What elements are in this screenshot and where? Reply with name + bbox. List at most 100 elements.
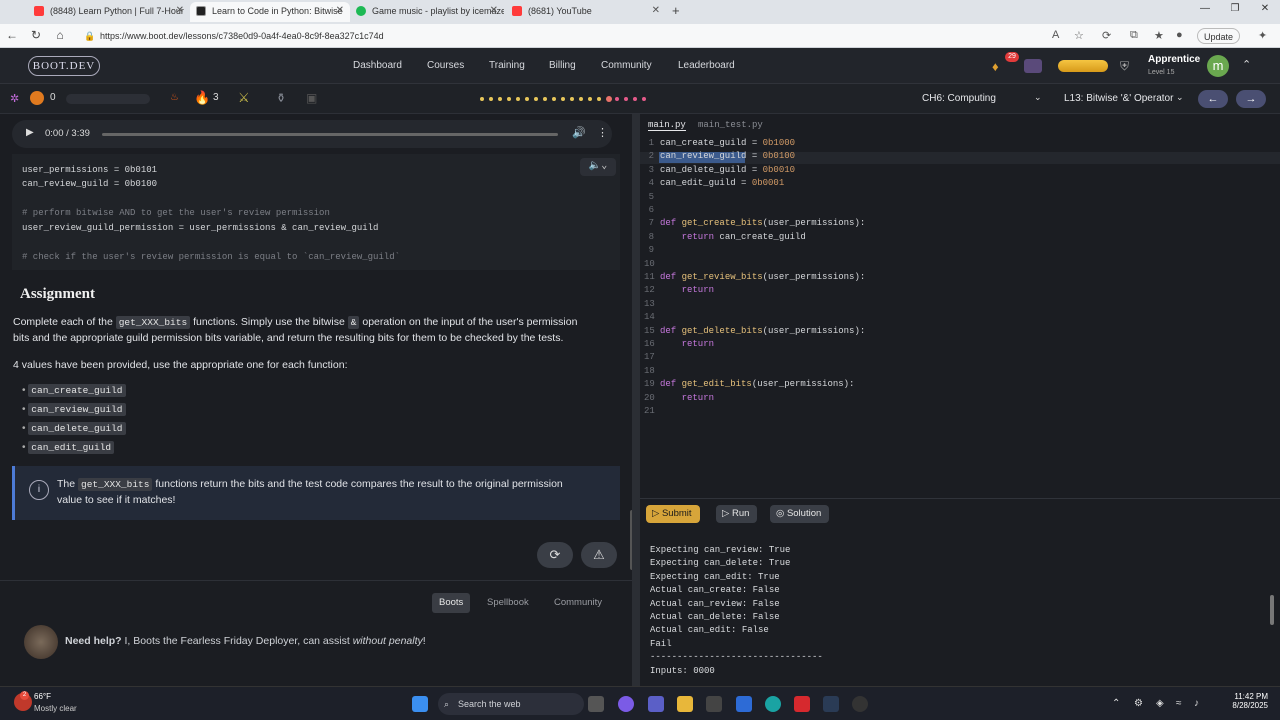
back-icon[interactable]: ← xyxy=(4,28,20,42)
text: I, Boots the Fearless Friday Deployer, c… xyxy=(121,635,353,647)
text: operation on the input of the user's per… xyxy=(359,316,578,328)
refresh-extension-icon[interactable]: ⟳ xyxy=(1102,29,1111,42)
taskbar-search[interactable]: ⌕ Search the web xyxy=(438,693,584,715)
line-number: 13 xyxy=(644,298,655,309)
line-number: 14 xyxy=(644,312,655,323)
example-code-block: user_permissions = 0b0101 can_review_gui… xyxy=(12,154,620,270)
settings-icon[interactable]: ✲ xyxy=(10,92,19,105)
chevron-up-icon[interactable]: ⌃ xyxy=(1112,698,1120,709)
url-field[interactable]: 🔒 https://www.boot.dev/lessons/c738e0d9-… xyxy=(80,27,1040,45)
tray-app-icon[interactable]: ⚙ xyxy=(1134,698,1143,709)
home-icon[interactable]: ⌂ xyxy=(52,28,68,42)
edge-icon[interactable] xyxy=(765,696,781,712)
read-aloud-icon[interactable]: A xyxy=(1052,29,1059,41)
wifi-icon[interactable]: ≈ xyxy=(1176,698,1182,709)
streak-progress xyxy=(66,94,150,104)
system-clock[interactable]: 11:42 PM 8/28/2025 xyxy=(1212,692,1268,710)
refresh-icon[interactable]: ⟳ xyxy=(537,542,573,568)
tab-main-test-py[interactable]: main_test.py xyxy=(698,120,763,130)
volume-icon[interactable]: 🔊 xyxy=(572,126,586,139)
gem-icon[interactable]: ♦ xyxy=(992,59,999,74)
code-editor[interactable]: main.py main_test.py 1 2 3 4 5 6 7 8 9 10 11 12 13 14… xyxy=(640,114,1280,498)
code-line: def get_create_bits(user_permissions): xyxy=(660,218,866,229)
potion-icon[interactable]: ⚱ xyxy=(276,91,286,105)
audio-time: 0:00 / 3:39 xyxy=(45,128,90,139)
volume-icon[interactable]: ♪ xyxy=(1194,698,1199,709)
nav-community[interactable]: Community xyxy=(601,60,652,71)
code-line: user_permissions = 0b0101 xyxy=(22,165,158,175)
teams-icon[interactable] xyxy=(648,696,664,712)
close-window-icon[interactable]: ✕ xyxy=(1250,3,1280,14)
visual-studio-icon[interactable] xyxy=(736,696,752,712)
shield-icon: ⛨ xyxy=(1120,59,1130,73)
audio-seek-bar[interactable] xyxy=(102,133,558,136)
close-icon[interactable]: ✕ xyxy=(336,2,344,20)
copilot-icon[interactable]: ✦ xyxy=(1258,29,1267,42)
armor-icon[interactable] xyxy=(1024,59,1042,73)
windows-start-icon[interactable] xyxy=(412,696,428,712)
report-issue-icon[interactable]: ⚠ xyxy=(581,542,617,568)
close-icon[interactable]: ✕ xyxy=(176,2,184,20)
nav-billing[interactable]: Billing xyxy=(549,60,576,71)
console-line: Actual can_delete: False xyxy=(650,612,780,622)
lesson-select[interactable]: L13: Bitwise '&' Operator xyxy=(1064,92,1173,106)
run-button[interactable]: ▷ Run xyxy=(716,505,758,523)
nav-courses[interactable]: Courses xyxy=(427,60,464,71)
list-item: • can_review_guild xyxy=(22,403,126,416)
prev-lesson-button[interactable]: ← xyxy=(1198,90,1228,108)
profile-icon[interactable]: ● xyxy=(1176,29,1183,41)
tray-app-icon[interactable]: ◈ xyxy=(1156,698,1164,709)
avatar[interactable]: m xyxy=(1207,55,1229,77)
file-explorer-icon[interactable] xyxy=(677,696,693,712)
sword-icon[interactable]: ⚔ xyxy=(238,90,250,106)
minimize-icon[interactable]: — xyxy=(1190,3,1220,14)
help-italic: without penalty xyxy=(352,635,423,647)
favorite-star-icon[interactable]: ☆ xyxy=(1074,29,1084,42)
chevron-down-icon[interactable]: ⌄ xyxy=(1034,92,1042,103)
favorites-icon[interactable]: ★ xyxy=(1154,29,1164,42)
tab-main-py[interactable]: main.py xyxy=(648,120,686,131)
site-header: BOOT.DEV Dashboard Courses Training Bill… xyxy=(0,48,1280,84)
close-icon[interactable]: ✕ xyxy=(490,2,498,20)
maximize-icon[interactable]: ❐ xyxy=(1220,3,1250,14)
xp-progress-bar xyxy=(1058,60,1108,72)
more-options-icon[interactable]: ⋮ xyxy=(597,126,608,139)
console-scrollbar[interactable] xyxy=(1270,595,1274,625)
nav-training[interactable]: Training xyxy=(489,60,525,71)
video-app-icon[interactable] xyxy=(794,696,810,712)
steam-icon[interactable] xyxy=(823,696,839,712)
update-button[interactable]: Update xyxy=(1197,28,1241,44)
bootdev-logo[interactable]: BOOT.DEV xyxy=(28,56,100,76)
line-number: 18 xyxy=(644,365,655,376)
browser-tab[interactable]: (8848) Learn Python | Full 7-Hour ✕ xyxy=(28,2,190,22)
help-prompt[interactable]: Need help? I, Boots the Fearless Friday … xyxy=(65,635,426,647)
tab-community[interactable]: Community xyxy=(547,593,609,613)
close-icon[interactable]: ✕ xyxy=(652,2,660,20)
github-icon[interactable] xyxy=(852,696,868,712)
extensions-icon[interactable]: ⧉ xyxy=(1130,29,1138,42)
app-icon[interactable] xyxy=(706,696,722,712)
list-item: • can_delete_guild xyxy=(22,422,126,435)
pane-divider[interactable] xyxy=(632,114,640,686)
solution-button[interactable]: ◎ Solution xyxy=(770,505,830,523)
browser-tab-active[interactable]: Learn to Code in Python: Bitwise ✕ xyxy=(190,2,350,22)
task-view-icon[interactable] xyxy=(588,696,604,712)
new-tab-button[interactable]: + xyxy=(672,3,680,18)
copilot-app-icon[interactable] xyxy=(618,696,634,712)
chevron-up-icon[interactable]: ⌃ xyxy=(1242,58,1251,71)
chevron-down-icon[interactable]: ⌄ xyxy=(1176,92,1184,103)
submit-button[interactable]: ▷ Submit xyxy=(646,505,700,523)
chest-icon[interactable]: ▣ xyxy=(306,91,317,105)
next-lesson-button[interactable]: → xyxy=(1236,90,1266,108)
browser-tab[interactable]: Game music - playlist by icemaze ✕ xyxy=(350,2,504,22)
nav-leaderboard[interactable]: Leaderboard xyxy=(678,60,735,71)
browser-tab[interactable]: (8681) YouTube ✕ xyxy=(506,2,666,22)
play-icon[interactable]: ▶ xyxy=(26,127,34,138)
inline-code: can_review_guild xyxy=(28,403,126,416)
tab-boots[interactable]: Boots xyxy=(432,593,471,613)
reload-icon[interactable]: ↻ xyxy=(28,28,44,42)
speaker-toggle-icon[interactable]: 🔈⌄ xyxy=(580,158,616,176)
nav-dashboard[interactable]: Dashboard xyxy=(353,60,402,71)
chapter-select[interactable]: CH6: Computing xyxy=(922,92,996,106)
tab-spellbook[interactable]: Spellbook xyxy=(480,593,536,613)
